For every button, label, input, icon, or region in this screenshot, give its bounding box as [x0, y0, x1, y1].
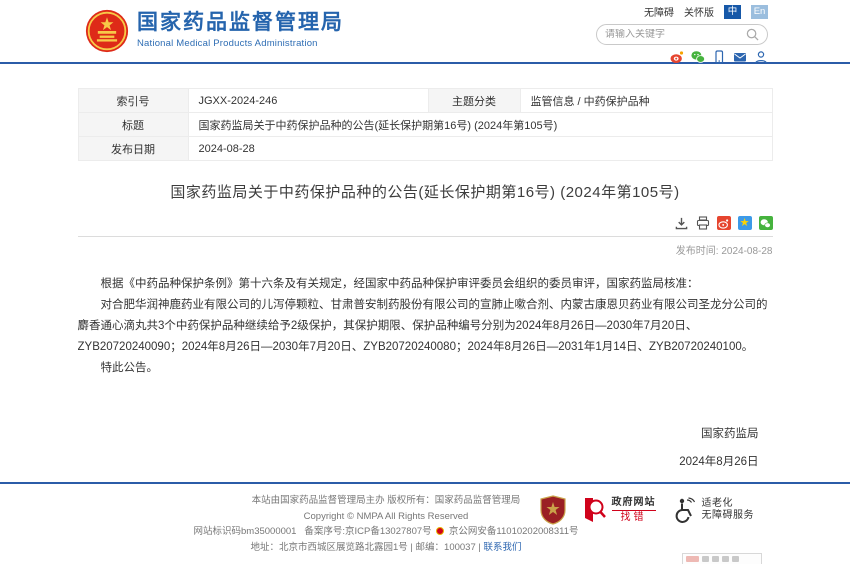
footer-site-code: 网站标识码bm35000001: [194, 526, 297, 537]
search-input[interactable]: [605, 29, 746, 40]
share-weibo-icon[interactable]: [717, 216, 731, 230]
paragraph: 根据《中药品种保护条例》第十六条及有关规定，经国家中药品种保护审评委员会组织的委…: [78, 274, 773, 295]
search-box: [596, 24, 768, 45]
error-check-icon: [583, 497, 607, 523]
meta-title-label: 标题: [78, 113, 188, 137]
search-icon[interactable]: [746, 28, 759, 41]
badge-access-sub: 无障碍服务: [702, 510, 755, 522]
accessibility-service-badge[interactable]: 适老化 无障碍服务: [673, 497, 755, 523]
footer-address: 地址：北京市西城区展览路北露园1号: [250, 542, 407, 553]
police-badge-icon: [436, 527, 444, 535]
meta-date-label: 发布日期: [78, 137, 188, 161]
table-row: 标题 国家药监局关于中药保护品种的公告(延长保护期第16号) (2024年第10…: [78, 113, 772, 137]
document-meta-table: 索引号 JGXX-2024-246 主题分类 监管信息 / 中药保护品种 标题 …: [78, 88, 773, 161]
article-tools: ★: [78, 216, 773, 237]
footer-badges: 政府网站 找错 适老化 无障碍服务: [540, 495, 755, 525]
header-utilities: 无障碍 关怀版 中 En: [508, 4, 768, 64]
meta-index-label: 索引号: [78, 89, 188, 113]
badge-error-main: 政府网站: [612, 497, 656, 509]
meta-topic-value: 监管信息 / 中药保护品种: [520, 89, 772, 113]
logo-titles: 国家药品监督管理局 National Medical Products Admi…: [137, 11, 344, 49]
wechat-icon[interactable]: [691, 50, 705, 64]
article-body: 根据《中药品种保护条例》第十六条及有关规定，经国家中药品种保护审评委员会组织的委…: [78, 274, 773, 379]
site-footer: 本站由国家药品监督管理局主办 版权所有：国家药品监督管理局 Copyright …: [0, 482, 850, 564]
mail-icon[interactable]: [733, 50, 747, 64]
page: 国家药品监督管理局 National Medical Products Admi…: [0, 0, 850, 564]
signature-agency: 国家药监局: [78, 425, 759, 441]
table-row: 发布日期 2024-08-28: [78, 137, 772, 161]
lang-en-button[interactable]: En: [751, 5, 768, 19]
share-qzone-icon[interactable]: ★: [738, 216, 752, 230]
meta-date-value: 2024-08-28: [188, 137, 772, 161]
phone-icon[interactable]: [712, 50, 726, 64]
mini-toolbar-item[interactable]: [686, 556, 699, 562]
social-icons: [508, 50, 768, 64]
paragraph: 特此公告。: [78, 358, 773, 379]
site-title: 国家药品监督管理局: [137, 11, 344, 35]
gov-site-error-check-badge[interactable]: 政府网站 找错: [583, 497, 656, 524]
footer-address-line: 地址：北京市西城区展览路北露园1号 | 邮编：100037 | 联系我们: [168, 540, 604, 556]
meta-title-value: 国家药监局关于中药保护品种的公告(延长保护期第16号) (2024年第105号): [188, 113, 772, 137]
footer-police: 京公网安备11010202008311号: [449, 526, 579, 537]
site-subtitle: National Medical Products Administration: [137, 38, 344, 49]
article-content: 索引号 JGXX-2024-246 主题分类 监管信息 / 中药保护品种 标题 …: [78, 64, 773, 482]
meta-index-value: JGXX-2024-246: [188, 89, 428, 113]
mini-toolbar-item[interactable]: [732, 556, 739, 562]
badge-access-main: 适老化: [702, 498, 755, 510]
table-row: 索引号 JGXX-2024-246 主题分类 监管信息 / 中药保护品种: [78, 89, 772, 113]
weibo-icon[interactable]: [670, 50, 684, 64]
page-title: 国家药监局关于中药保护品种的公告(延长保护期第16号) (2024年第105号): [78, 181, 773, 202]
publish-time-value: 2024-08-28: [721, 246, 772, 257]
badge-error-sub: 找错: [612, 510, 656, 524]
lang-zh-button[interactable]: 中: [724, 5, 741, 19]
share-wechat-icon[interactable]: [759, 216, 773, 230]
print-icon[interactable]: [696, 216, 710, 230]
top-links: 无障碍 关怀版 中 En: [508, 4, 768, 19]
wheelchair-icon: [673, 497, 697, 523]
mini-toolbar-item[interactable]: [712, 556, 719, 562]
signature-date: 2024年8月26日: [78, 453, 759, 469]
publish-time-label: 发布时间:: [676, 246, 719, 257]
floating-mini-toolbar[interactable]: [682, 553, 762, 564]
footer-postcode: 邮编：100037: [416, 542, 476, 553]
publish-time: 发布时间: 2024-08-28: [78, 242, 773, 257]
meta-topic-label: 主题分类: [428, 89, 520, 113]
mini-toolbar-item[interactable]: [722, 556, 729, 562]
care-version-link[interactable]: 关怀版: [684, 4, 714, 19]
signature-block: 国家药监局 2024年8月26日: [78, 425, 773, 469]
paragraph: 对合肥华润神鹿药业有限公司的儿泻停颗粒、甘肃普安制药股份有限公司的宣肺止嗽合剂、…: [78, 295, 773, 358]
footer-registration-line: 网站标识码bm35000001 备案序号:京ICP备13027807号 京公网安…: [168, 524, 604, 540]
mini-toolbar-item[interactable]: [702, 556, 709, 562]
site-header: 国家药品监督管理局 National Medical Products Admi…: [0, 0, 850, 62]
nmpa-emblem-icon: [85, 9, 129, 53]
contact-us-link[interactable]: 联系我们: [483, 542, 521, 553]
footer-icp: 备案序号:京ICP备13027807号: [304, 526, 431, 537]
download-icon[interactable]: [675, 216, 689, 230]
accessibility-link[interactable]: 无障碍: [644, 4, 674, 19]
gov-shield-icon[interactable]: [540, 495, 566, 525]
user-icon[interactable]: [754, 50, 768, 64]
